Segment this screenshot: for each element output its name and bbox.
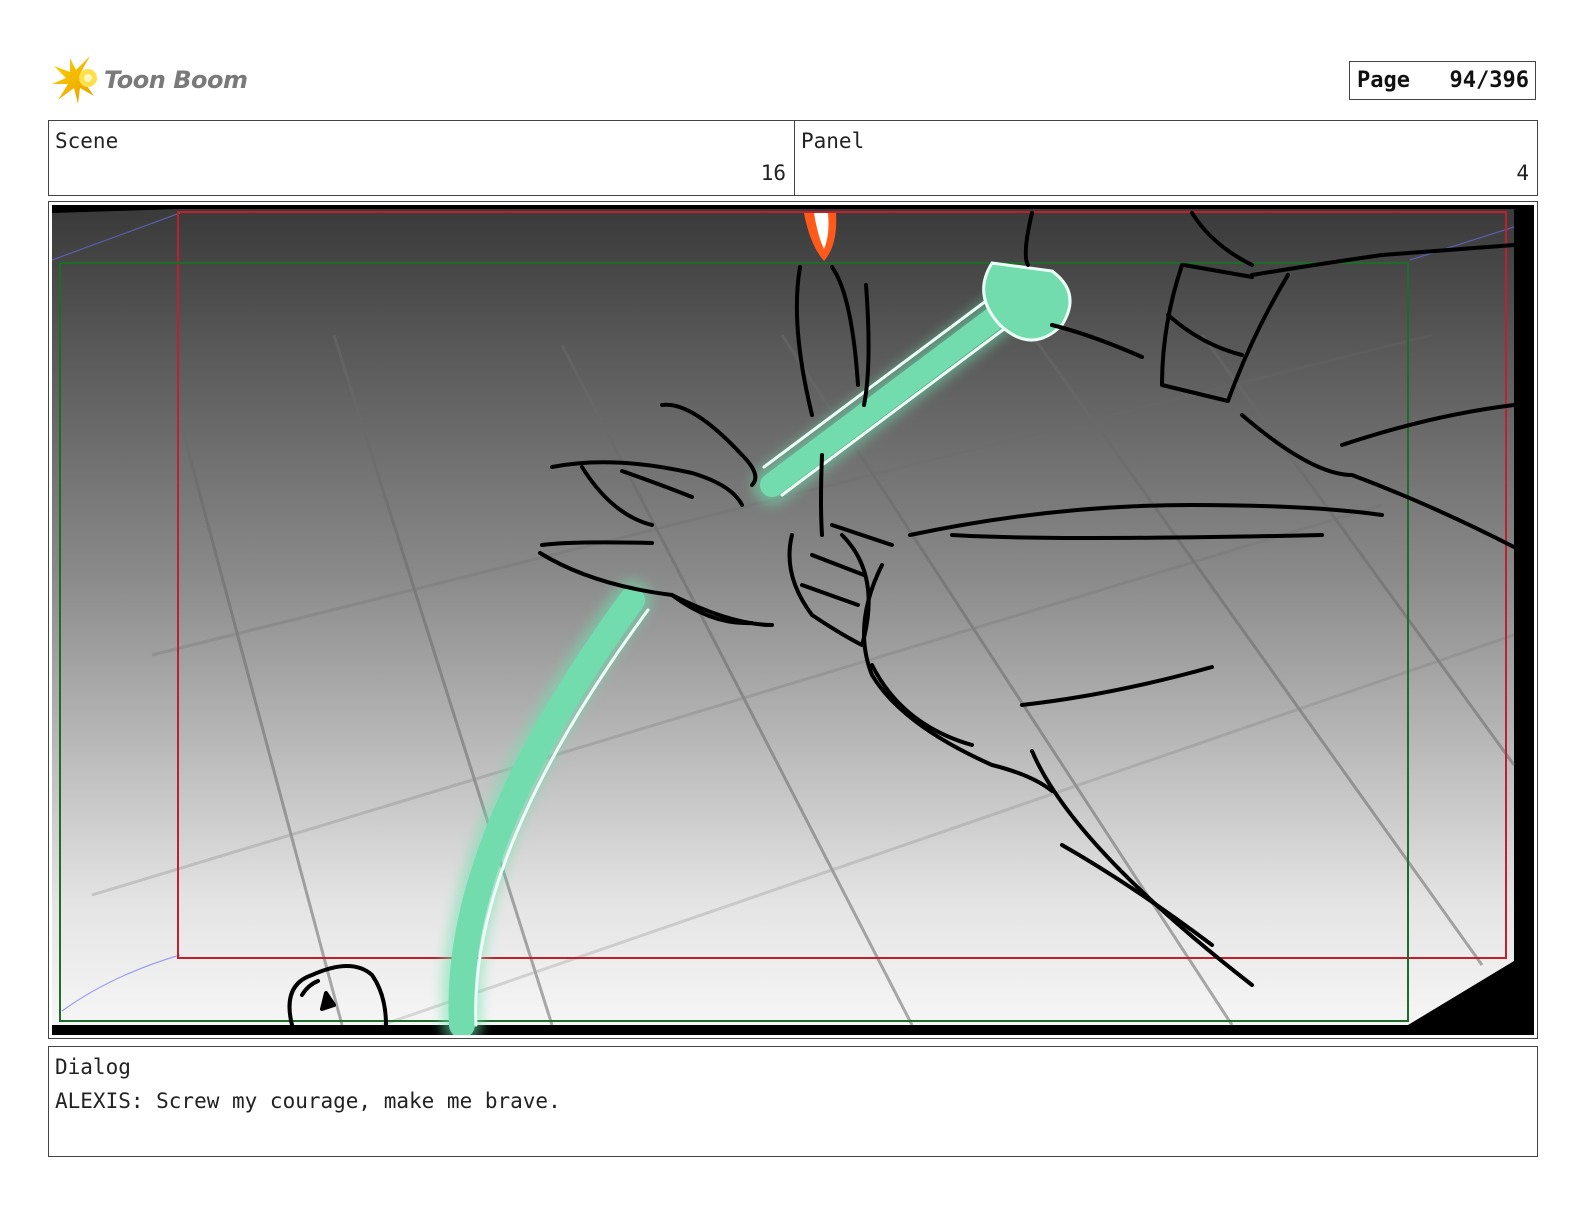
floor-plane (52, 209, 1514, 1025)
page-label: Page (1357, 68, 1410, 93)
scene-cell: Scene 16 (49, 121, 795, 195)
dialog-box: Dialog ALEXIS: Screw my courage, make me… (48, 1046, 1538, 1157)
star-burst-icon (52, 56, 98, 104)
storyboard-drawing (52, 205, 1534, 1035)
scene-number: 16 (760, 161, 786, 185)
dialog-label: Dialog (55, 1055, 131, 1079)
scene-panel-info: Scene 16 Panel 4 (48, 120, 1538, 196)
page-number: 94/396 (1449, 68, 1529, 93)
dialog-text: ALEXIS: Screw my courage, make me brave. (55, 1089, 561, 1113)
logo-wordmark: Toon Boom (104, 66, 248, 94)
scene-label: Scene (55, 129, 119, 153)
toon-boom-logo: Toon Boom (50, 52, 250, 108)
storyboard-panel-frame (48, 201, 1538, 1039)
page-counter: Page 94/396 (1349, 61, 1536, 100)
panel-number: 4 (1516, 161, 1529, 185)
panel-cell: Panel 4 (795, 121, 1537, 195)
panel-label: Panel (801, 129, 865, 153)
